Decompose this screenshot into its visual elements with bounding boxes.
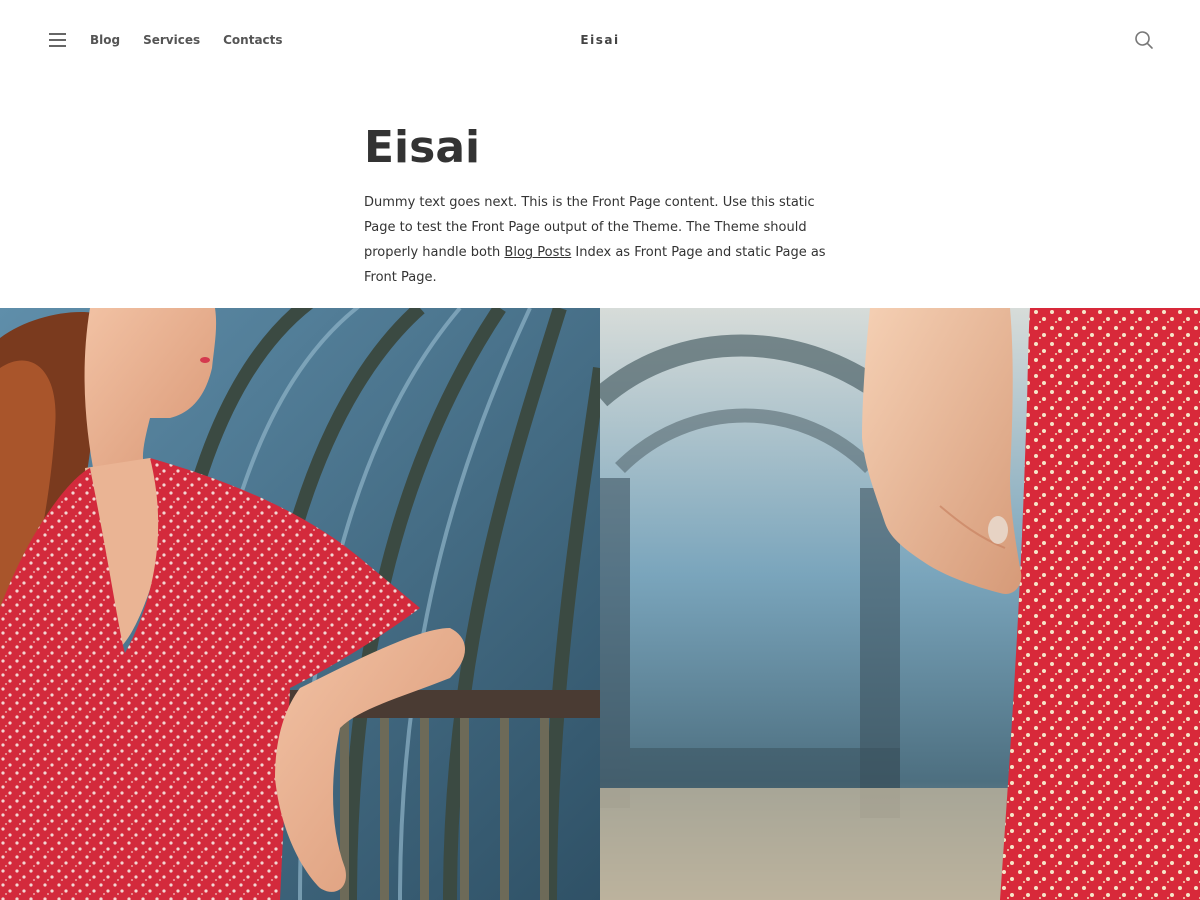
page-content: Eisai Dummy text goes next. This is the … — [364, 118, 834, 290]
hand-holding-red-floral-dress-photo — [600, 308, 1200, 900]
page-title: Eisai — [364, 122, 481, 173]
woman-in-red-floral-dress-photo — [0, 308, 600, 900]
page-body-text: Dummy text goes next. This is the Front … — [364, 190, 834, 290]
search-icon[interactable] — [1134, 30, 1154, 50]
site-header: Blog Services Contacts Eisai — [0, 0, 1200, 80]
image-gallery — [0, 308, 1200, 900]
site-title[interactable]: Eisai — [0, 33, 1200, 47]
blog-posts-link[interactable]: Blog Posts — [504, 245, 571, 260]
